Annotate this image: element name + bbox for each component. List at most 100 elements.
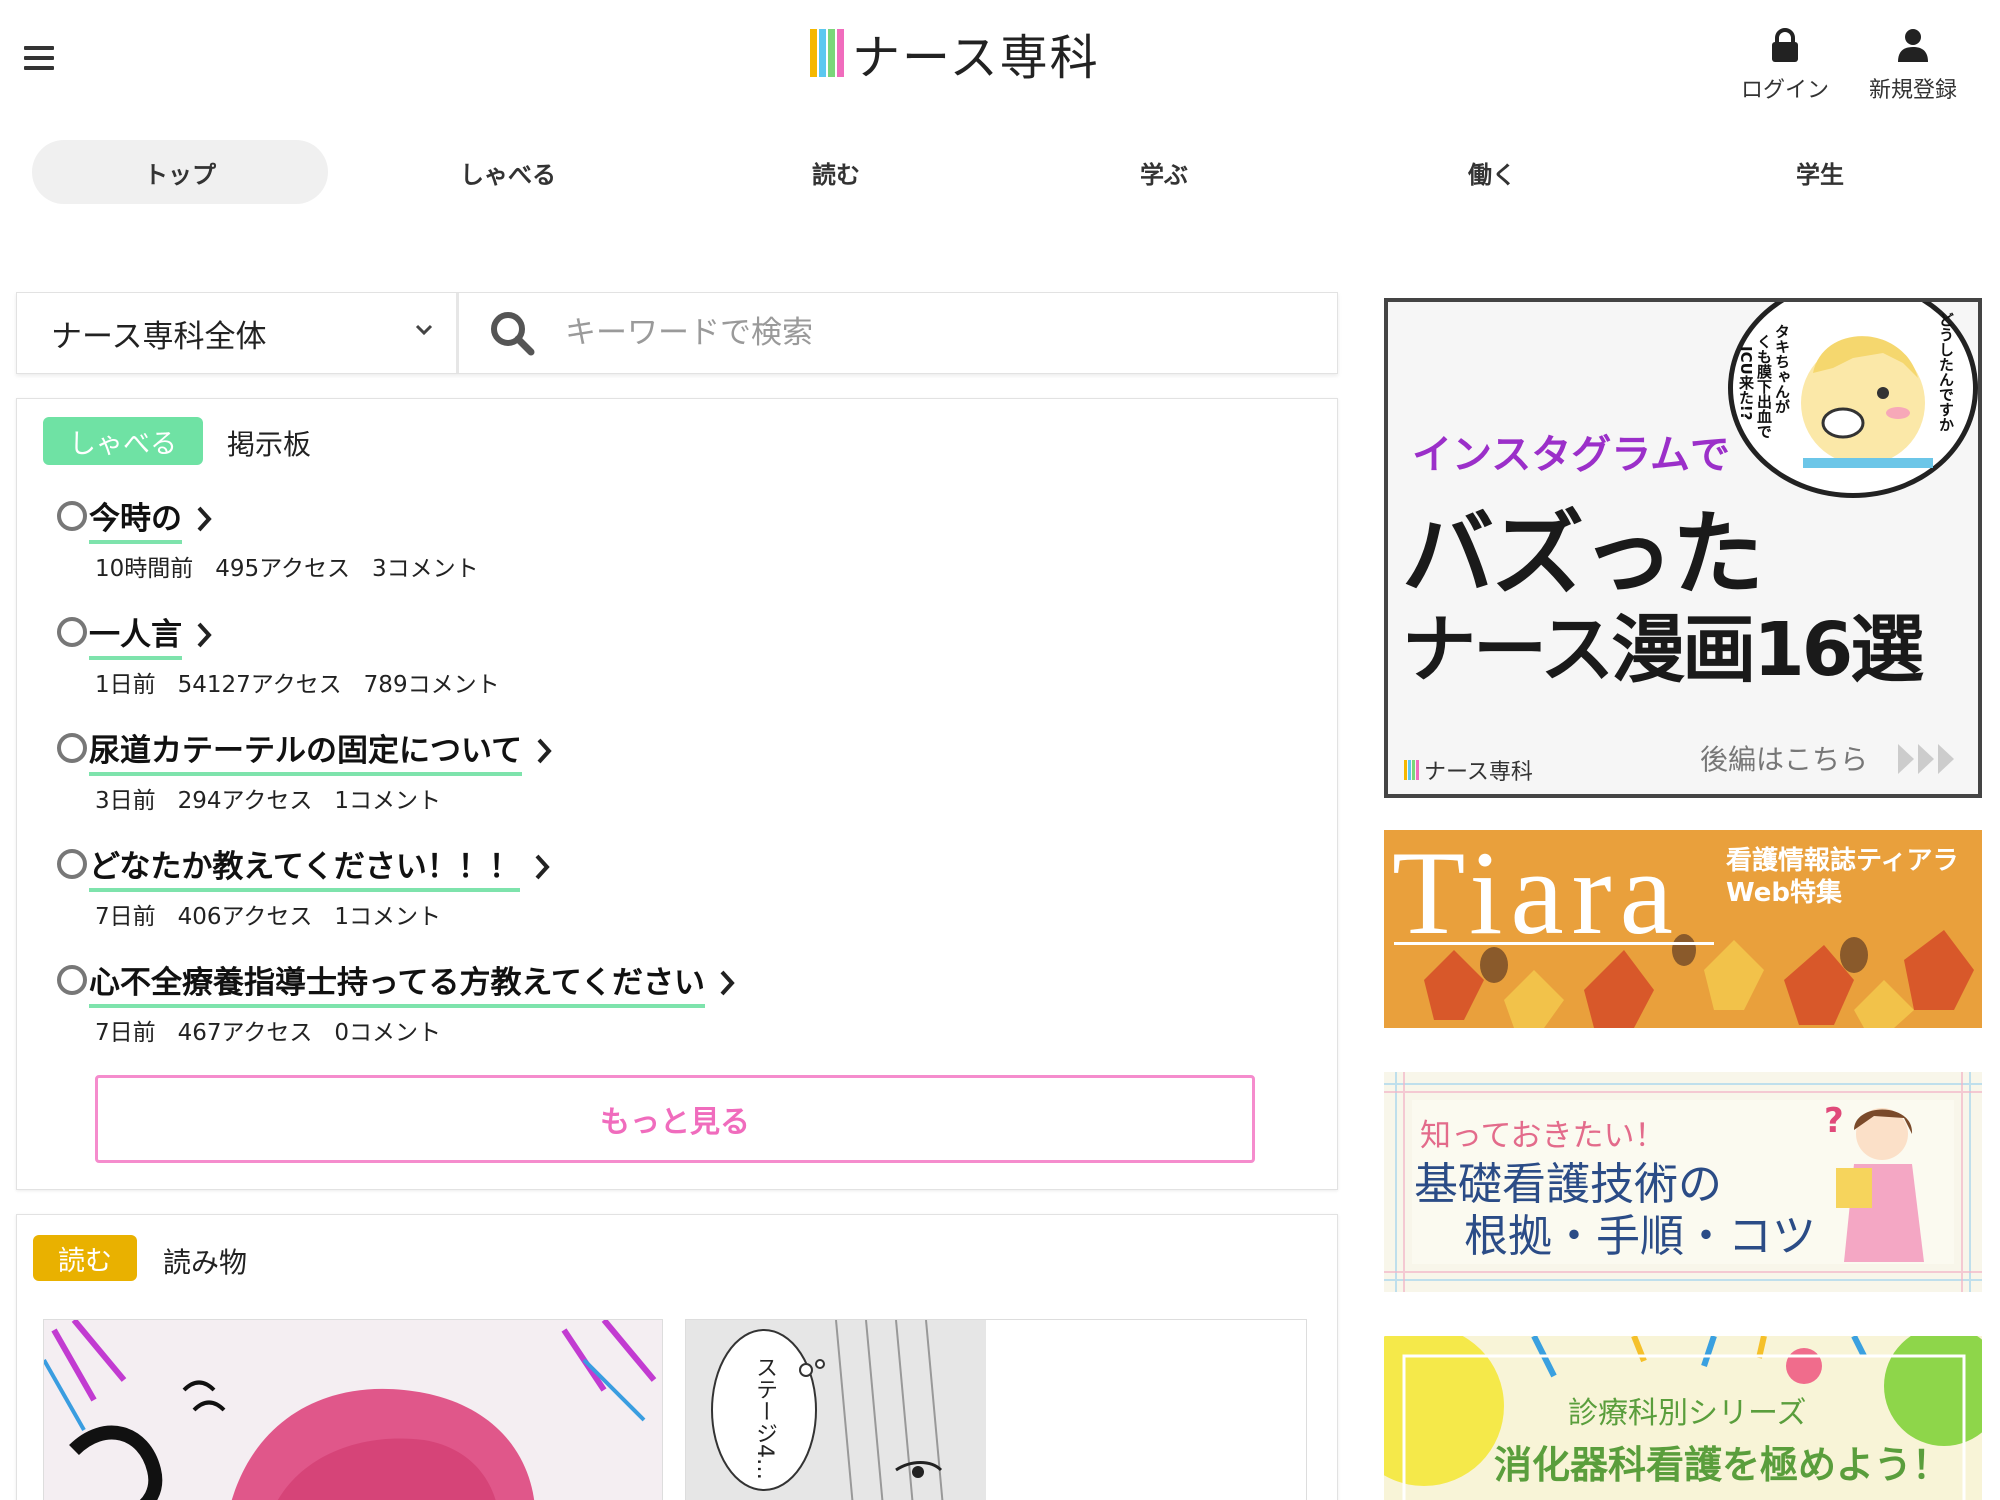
banner-nurse-manga[interactable]: どうしたんですか タキちゃんが くも膜下出血で ICU来た!? インスタグラムで… bbox=[1384, 298, 1982, 798]
thread-comments: 789コメント bbox=[363, 672, 500, 698]
read-card: 読む 読み物 ステージ4… bbox=[16, 1214, 1338, 1500]
thread-link[interactable]: 尿道カテーテルの固定について bbox=[89, 725, 552, 776]
thread-comments: 3コメント bbox=[372, 556, 479, 582]
banner-tiara[interactable]: Tiara 看護情報誌ティアラ Web特集 bbox=[1384, 830, 1982, 1028]
list-item: 心不全療養指導士持ってる方教えてください 7日前 467アクセス 0コメント bbox=[57, 957, 1257, 1073]
thread-link[interactable]: 一人言 bbox=[89, 609, 212, 660]
article-thumbnail[interactable]: ステージ4… bbox=[685, 1319, 1307, 1500]
thread-title: どなたか教えてください！！！ bbox=[89, 841, 520, 892]
login-button[interactable]: ログイン bbox=[1730, 28, 1840, 104]
list-item: 一人言 1日前 54127アクセス 789コメント bbox=[57, 609, 1257, 725]
speech-text: くも膜下出血で bbox=[1755, 334, 1773, 439]
hamburger-icon-bar bbox=[24, 56, 54, 60]
manga-illustration-1 bbox=[44, 1320, 662, 1500]
logo-mark-icon bbox=[810, 29, 846, 77]
circle-icon bbox=[57, 617, 87, 647]
list-item: 尿道カテーテルの固定について 3日前 294アクセス 1コメント bbox=[57, 725, 1257, 841]
manga-speech-text: ステージ4… bbox=[752, 1356, 777, 1480]
menu-button[interactable] bbox=[24, 46, 54, 70]
banner4-line2: 消化器科看護を極めよう！ bbox=[1494, 1443, 1951, 1487]
thread-meta: 10時間前 495アクセス 3コメント bbox=[95, 549, 501, 583]
thread-meta: 7日前 467アクセス 0コメント bbox=[95, 1013, 463, 1047]
thread-link[interactable]: 今時の bbox=[89, 493, 212, 544]
main-nav: トップ しゃべる 読む 学ぶ 働く 学生 bbox=[32, 140, 2000, 204]
thread-access: 294アクセス bbox=[177, 788, 313, 814]
banner4-line1: 診療科別シリーズ bbox=[1568, 1396, 1807, 1431]
user-icon bbox=[1898, 29, 1928, 62]
lock-icon bbox=[1772, 28, 1798, 62]
more-button[interactable]: もっと見る bbox=[95, 1075, 1255, 1163]
tab-talk[interactable]: しゃべる bbox=[360, 140, 656, 204]
thread-time: 10時間前 bbox=[95, 556, 194, 582]
thread-access: 495アクセス bbox=[215, 556, 351, 582]
tab-learn[interactable]: 学ぶ bbox=[1016, 140, 1312, 204]
chevron-down-icon bbox=[415, 324, 433, 336]
search-field bbox=[459, 293, 1337, 373]
tiara-line2: Web特集 bbox=[1726, 878, 1842, 908]
signup-button[interactable]: 新規登録 bbox=[1858, 28, 1968, 104]
thread-title: 尿道カテーテルの固定について bbox=[89, 725, 523, 776]
speech-text: どうしたんですか bbox=[1937, 312, 1955, 432]
svg-text:?: ? bbox=[1824, 1101, 1844, 1141]
tab-top[interactable]: トップ bbox=[32, 140, 328, 204]
thread-comments: 1コメント bbox=[334, 904, 442, 930]
read-subtitle: 読み物 bbox=[163, 1246, 248, 1279]
tab-read[interactable]: 読む bbox=[688, 140, 984, 204]
thread-link[interactable]: 心不全療養指導士持ってる方教えてください bbox=[89, 957, 735, 1008]
banner-basic-nursing[interactable]: ? 知っておきたい！ 基礎看護技術の 根拠・手順・コツ bbox=[1384, 1072, 1982, 1292]
banner-gastro-nursing[interactable]: 診療科別シリーズ 消化器科看護を極めよう！ bbox=[1384, 1336, 1982, 1500]
search-scope-select[interactable]: ナース専科全体 bbox=[17, 293, 459, 373]
site-logo[interactable]: ナース専科 bbox=[810, 26, 1100, 86]
talk-badge: しゃべる bbox=[43, 417, 203, 465]
talk-card: しゃべる 掲示板 今時の 10時間前 495アクセス 3コメント 一人言 1日前 54… bbox=[16, 398, 1338, 1190]
banner-title-line1: インスタグラムで bbox=[1412, 432, 1730, 478]
list-item: 今時の 10時間前 495アクセス 3コメント bbox=[57, 493, 1257, 609]
thread-title: 一人言 bbox=[89, 609, 182, 660]
article-thumbnail[interactable] bbox=[43, 1319, 663, 1500]
thread-time: 1日前 bbox=[95, 672, 156, 698]
read-badge: 読む bbox=[33, 1235, 137, 1281]
logo-text: ナース専科 bbox=[852, 30, 1100, 86]
thread-meta: 1日前 54127アクセス 789コメント bbox=[95, 665, 522, 699]
chevron-right-icon bbox=[535, 854, 550, 879]
thread-title: 心不全療養指導士持ってる方教えてください bbox=[89, 957, 705, 1008]
circle-icon bbox=[57, 965, 87, 995]
thread-access: 406アクセス bbox=[177, 904, 313, 930]
hamburger-icon-bar bbox=[24, 66, 54, 70]
banner-more-link: 後編はこちら bbox=[1700, 743, 1869, 776]
hamburger-icon bbox=[24, 46, 54, 50]
thread-title: 今時の bbox=[89, 493, 182, 544]
speech-text: タキちゃんが bbox=[1773, 324, 1791, 414]
thread-time: 7日前 bbox=[95, 1020, 156, 1046]
thread-meta: 7日前 406アクセス 1コメント bbox=[95, 897, 463, 931]
thread-comments: 0コメント bbox=[334, 1020, 442, 1046]
banner3-line3: 根拠・手順・コツ bbox=[1464, 1211, 1816, 1262]
chevron-right-icon bbox=[197, 622, 212, 647]
thread-meta: 3日前 294アクセス 1コメント bbox=[95, 781, 463, 815]
tab-work[interactable]: 働く bbox=[1344, 140, 1640, 204]
banner-title-line3: ナース漫画16選 bbox=[1402, 607, 1924, 693]
search-input[interactable] bbox=[565, 315, 1265, 351]
circle-icon bbox=[57, 501, 87, 531]
banner-logo: ナース専科 bbox=[1404, 754, 1533, 786]
thread-list: 今時の 10時間前 495アクセス 3コメント 一人言 1日前 54127アクセス 78… bbox=[57, 493, 1257, 1073]
thread-time: 7日前 bbox=[95, 904, 156, 930]
thread-link[interactable]: どなたか教えてください！！！ bbox=[89, 841, 550, 892]
list-item: どなたか教えてください！！！ 7日前 406アクセス 1コメント bbox=[57, 841, 1257, 957]
chevron-right-icon bbox=[720, 970, 735, 995]
login-label: ログイン bbox=[1740, 78, 1829, 103]
circle-icon bbox=[57, 849, 87, 879]
talk-subtitle: 掲示板 bbox=[227, 428, 312, 461]
circle-icon bbox=[57, 733, 87, 763]
signup-label: 新規登録 bbox=[1868, 78, 1957, 103]
thread-access: 54127アクセス bbox=[177, 672, 342, 698]
chevron-right-icon bbox=[537, 738, 552, 763]
tiara-underline bbox=[1394, 942, 1714, 945]
thread-comments: 1コメント bbox=[334, 788, 442, 814]
tab-student[interactable]: 学生 bbox=[1672, 140, 1968, 204]
search-icon[interactable] bbox=[489, 310, 535, 356]
thread-time: 3日前 bbox=[95, 788, 156, 814]
search-bar: ナース専科全体 bbox=[16, 292, 1338, 374]
speech-text: ICU来た!? bbox=[1737, 346, 1755, 421]
thread-access: 467アクセス bbox=[177, 1020, 313, 1046]
